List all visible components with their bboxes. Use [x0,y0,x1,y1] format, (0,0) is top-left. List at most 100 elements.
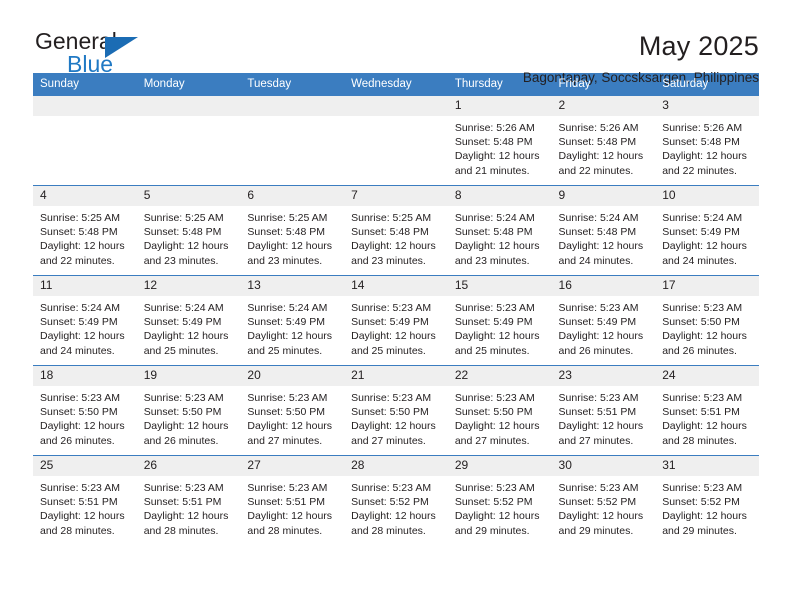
calendar-cell-day-7[interactable]: 7 Sunrise: 5:25 AM Sunset: 5:48 PM Daylight… [344,185,448,276]
day-number [240,96,345,116]
calendar-cell-empty [136,96,241,186]
sunrise-time: Sunrise: 5:24 AM [40,302,120,314]
calendar-cell-day-14[interactable]: 14 Sunrise: 5:23 AM Sunset: 5:49 PM Dayligh… [344,275,448,366]
calendar-cell-day-20[interactable]: 20 Sunrise: 5:23 AM Sunset: 5:50 PM Dayligh… [240,365,345,456]
day-details: Sunrise: 5:25 AM Sunset: 5:48 PM Daylight:… [240,206,344,268]
sunrise-time: Sunrise: 5:23 AM [143,482,224,494]
day-cell: 10 Sunrise: 5:24 AM Sunset: 5:49 PM Dayligh… [655,186,759,275]
calendar-cell-day-9[interactable]: 9 Sunrise: 5:24 AM Sunset: 5:48 PM Daylight… [551,185,656,276]
calendar-cell-day-15[interactable]: 15 Sunrise: 5:23 AM Sunset: 5:49 PM Dayligh… [447,275,552,366]
calendar-week-row: 25 Sunrise: 5:23 AM Sunset: 5:51 PM Dayligh… [33,455,759,545]
calendar-cell-day-22[interactable]: 22 Sunrise: 5:23 AM Sunset: 5:50 PM Dayligh… [447,365,552,456]
day-cell: 22 Sunrise: 5:23 AM Sunset: 5:50 PM Dayligh… [447,366,552,455]
calendar-cell-day-29[interactable]: 29 Sunrise: 5:23 AM Sunset: 5:52 PM Dayligh… [447,455,552,545]
calendar-cell-day-3[interactable]: 3 Sunrise: 5:26 AM Sunset: 5:48 PM Daylight… [655,96,759,186]
calendar-cell-day-31[interactable]: 31 Sunrise: 5:23 AM Sunset: 5:52 PM Dayligh… [655,455,759,545]
calendar-cell-day-30[interactable]: 30 Sunrise: 5:23 AM Sunset: 5:52 PM Dayligh… [551,455,656,545]
day-number: 7 [344,186,448,206]
sunset-time: Sunset: 5:48 PM [454,226,533,239]
calendar-cell-day-25[interactable]: 25 Sunrise: 5:23 AM Sunset: 5:51 PM Dayligh… [33,455,137,545]
daylight-duration-line1: Daylight: 12 hours [558,150,644,163]
day-details: Sunrise: 5:23 AM Sunset: 5:52 PM Daylight:… [552,476,656,538]
calendar-cell-day-13[interactable]: 13 Sunrise: 5:24 AM Sunset: 5:49 PM Dayligh… [240,275,345,366]
day-details: Sunrise: 5:23 AM Sunset: 5:49 PM Daylight:… [552,296,656,358]
day-cell: 11 Sunrise: 5:24 AM Sunset: 5:49 PM Dayligh… [33,276,137,365]
calendar-cell-day-16[interactable]: 16 Sunrise: 5:23 AM Sunset: 5:49 PM Dayligh… [551,275,656,366]
day-cell: 1 Sunrise: 5:26 AM Sunset: 5:48 PM Daylight… [447,96,552,185]
day-cell: 16 Sunrise: 5:23 AM Sunset: 5:49 PM Dayligh… [551,276,656,365]
day-number: 9 [551,186,656,206]
calendar-cell-day-12[interactable]: 12 Sunrise: 5:24 AM Sunset: 5:49 PM Dayligh… [136,275,241,366]
daylight-duration-line2: and 26 minutes. [143,434,219,447]
calendar-cell-day-28[interactable]: 28 Sunrise: 5:23 AM Sunset: 5:52 PM Dayligh… [344,455,448,545]
calendar-cell-day-24[interactable]: 24 Sunrise: 5:23 AM Sunset: 5:51 PM Dayligh… [655,365,759,456]
calendar-cell-day-8[interactable]: 8 Sunrise: 5:24 AM Sunset: 5:48 PM Daylight… [447,185,552,276]
calendar-cell-day-23[interactable]: 23 Sunrise: 5:23 AM Sunset: 5:51 PM Dayligh… [551,365,656,456]
day-cell: 15 Sunrise: 5:23 AM Sunset: 5:49 PM Dayligh… [447,276,552,365]
calendar-cell-day-10[interactable]: 10 Sunrise: 5:24 AM Sunset: 5:49 PM Dayligh… [655,185,759,276]
day-number: 31 [655,456,759,476]
sunset-time: Sunset: 5:51 PM [143,496,222,509]
sunrise-time: Sunrise: 5:23 AM [454,392,535,404]
calendar-cell-day-6[interactable]: 6 Sunrise: 5:25 AM Sunset: 5:48 PM Daylight… [240,185,345,276]
day-number: 8 [447,186,552,206]
sunrise-time: Sunrise: 5:23 AM [662,482,743,494]
calendar-cell-day-19[interactable]: 19 Sunrise: 5:23 AM Sunset: 5:50 PM Dayligh… [136,365,241,456]
sunset-time: Sunset: 5:48 PM [558,136,637,149]
sunset-time: Sunset: 5:50 PM [662,316,740,329]
calendar-cell-day-11[interactable]: 11 Sunrise: 5:24 AM Sunset: 5:49 PM Dayligh… [33,275,137,366]
calendar-cell-day-18[interactable]: 18 Sunrise: 5:23 AM Sunset: 5:50 PM Dayligh… [33,365,137,456]
day-number: 5 [136,186,241,206]
calendar-cell-day-17[interactable]: 17 Sunrise: 5:23 AM Sunset: 5:50 PM Dayligh… [655,275,759,366]
sunrise-time: Sunrise: 5:24 AM [662,212,743,224]
day-number: 19 [136,366,241,386]
day-cell: 24 Sunrise: 5:23 AM Sunset: 5:51 PM Dayligh… [655,366,759,455]
day-cell: 29 Sunrise: 5:23 AM Sunset: 5:52 PM Dayligh… [447,456,552,545]
day-cell [136,96,241,185]
day-details: Sunrise: 5:25 AM Sunset: 5:48 PM Daylight:… [33,206,137,268]
calendar-cell-day-21[interactable]: 21 Sunrise: 5:23 AM Sunset: 5:50 PM Dayligh… [344,365,448,456]
day-details: Sunrise: 5:26 AM Sunset: 5:48 PM Daylight:… [552,116,656,178]
day-details: Sunrise: 5:25 AM Sunset: 5:48 PM Daylight:… [344,206,448,268]
day-details: Sunrise: 5:24 AM Sunset: 5:48 PM Daylight:… [448,206,552,268]
daylight-duration-line2: and 24 minutes. [40,344,115,357]
day-number: 1 [447,96,552,116]
sunrise-time: Sunrise: 5:23 AM [662,302,743,314]
day-cell: 27 Sunrise: 5:23 AM Sunset: 5:51 PM Dayligh… [240,456,345,545]
calendar-cell-day-27[interactable]: 27 Sunrise: 5:23 AM Sunset: 5:51 PM Dayligh… [240,455,345,545]
daylight-duration-line2: and 26 minutes. [558,344,634,357]
day-number: 14 [344,276,448,296]
day-details: Sunrise: 5:26 AM Sunset: 5:48 PM Daylight:… [655,116,759,178]
general-blue-logo[interactable]: General Blue [33,28,165,84]
day-cell: 25 Sunrise: 5:23 AM Sunset: 5:51 PM Dayligh… [33,456,137,545]
day-details: Sunrise: 5:23 AM Sunset: 5:51 PM Daylight:… [137,476,241,538]
sunset-time: Sunset: 5:48 PM [351,226,429,239]
daylight-duration-line1: Daylight: 12 hours [558,330,644,343]
daylight-duration-line1: Daylight: 12 hours [247,330,333,343]
day-number: 2 [551,96,656,116]
day-cell: 7 Sunrise: 5:25 AM Sunset: 5:48 PM Daylight… [344,186,448,275]
daylight-duration-line2: and 28 minutes. [351,524,426,537]
calendar-cell-day-2[interactable]: 2 Sunrise: 5:26 AM Sunset: 5:48 PM Daylight… [551,96,656,186]
sunset-time: Sunset: 5:50 PM [247,406,326,419]
sunrise-time: Sunrise: 5:26 AM [454,122,535,134]
calendar-cell-day-4[interactable]: 4 Sunrise: 5:25 AM Sunset: 5:48 PM Daylight… [33,185,137,276]
calendar-body: 1 Sunrise: 5:26 AM Sunset: 5:48 PM Daylight… [33,96,759,545]
daylight-duration-line2: and 25 minutes. [454,344,530,357]
calendar-cell-day-1[interactable]: 1 Sunrise: 5:26 AM Sunset: 5:48 PM Daylight… [447,96,552,186]
day-number: 28 [344,456,448,476]
day-details: Sunrise: 5:24 AM Sunset: 5:49 PM Daylight:… [240,296,344,358]
day-details: Sunrise: 5:24 AM Sunset: 5:48 PM Daylight:… [552,206,656,268]
day-cell: 6 Sunrise: 5:25 AM Sunset: 5:48 PM Daylight… [240,186,345,275]
daylight-duration-line2: and 27 minutes. [558,434,634,447]
daylight-duration-line1: Daylight: 12 hours [247,510,333,523]
day-cell: 9 Sunrise: 5:24 AM Sunset: 5:48 PM Daylight… [551,186,656,275]
sunrise-time: Sunrise: 5:25 AM [143,212,224,224]
calendar-cell-day-26[interactable]: 26 Sunrise: 5:23 AM Sunset: 5:51 PM Dayligh… [136,455,241,545]
day-number: 13 [240,276,345,296]
sunrise-time: Sunrise: 5:24 AM [143,302,224,314]
day-number: 27 [240,456,345,476]
day-cell: 30 Sunrise: 5:23 AM Sunset: 5:52 PM Dayligh… [551,456,656,545]
sunset-time: Sunset: 5:49 PM [351,316,429,329]
calendar-cell-day-5[interactable]: 5 Sunrise: 5:25 AM Sunset: 5:48 PM Daylight… [136,185,241,276]
